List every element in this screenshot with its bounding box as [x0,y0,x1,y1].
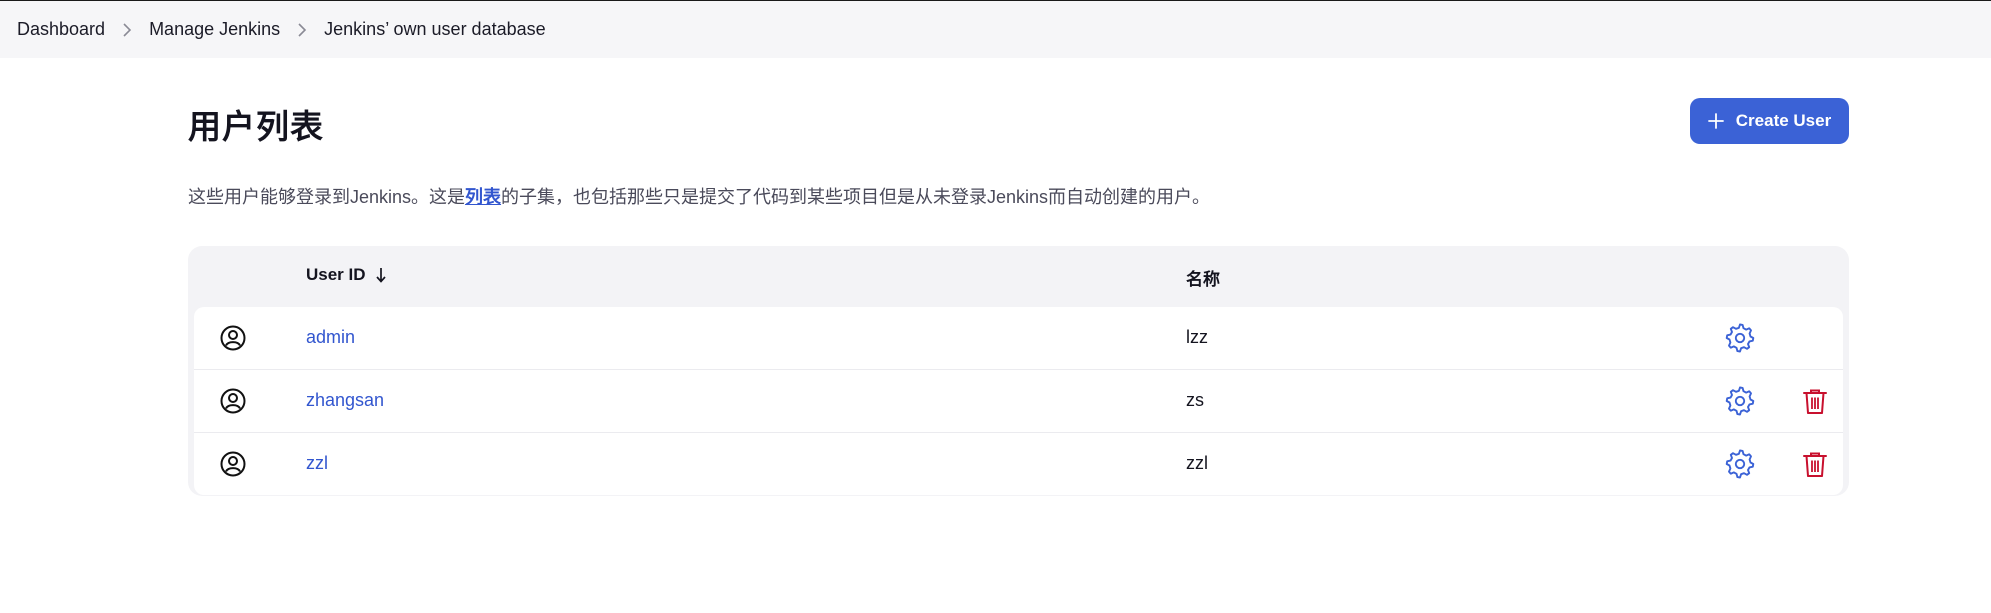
arrow-down-icon [375,267,386,283]
user-name: zs [1186,390,1204,410]
plus-icon [1707,113,1724,129]
page-title: 用户列表 [188,108,324,145]
user-name: zzl [1186,453,1208,473]
description-text-after: 的子集，也包括那些只是提交了代码到某些项目但是从未登录Jenkins而自动创建的… [501,187,1211,207]
trash-icon[interactable] [1800,386,1830,416]
users-table: User ID 名称 admin lzz zhangsan zs zzl zzl [188,246,1849,496]
table-row: zhangsan zs [194,370,1843,433]
breadcrumb-item-manage-jenkins[interactable]: Manage Jenkins [149,19,280,40]
gear-icon[interactable] [1725,449,1755,479]
user-circle-icon [220,388,246,414]
chevron-right-icon [280,22,324,37]
create-user-button[interactable]: Create User [1690,98,1849,144]
column-header-user-id[interactable]: User ID [306,265,386,285]
user-circle-icon [220,451,246,477]
breadcrumb: Dashboard Manage Jenkins Jenkins’ own us… [17,19,546,40]
description-text-before: 这些用户能够登录到Jenkins。这是 [188,187,466,207]
table-row: zzl zzl [194,433,1843,495]
chevron-right-icon [105,22,149,37]
table-row: admin lzz [194,307,1843,370]
page-header: 用户列表 Create User [188,58,1849,188]
user-id-link[interactable]: admin [306,327,355,348]
user-id-link[interactable]: zhangsan [306,390,384,411]
create-user-label: Create User [1735,111,1832,130]
table-body: admin lzz zhangsan zs zzl zzl [194,307,1843,495]
user-circle-icon [220,325,246,351]
gear-icon[interactable] [1725,386,1755,416]
breadcrumb-bar: Dashboard Manage Jenkins Jenkins’ own us… [0,1,1991,58]
table-header: User ID 名称 [188,246,1849,307]
user-id-link[interactable]: zzl [306,453,328,474]
gear-icon[interactable] [1725,323,1755,353]
column-header-name[interactable]: 名称 [1186,265,1220,290]
column-header-user-id-label: User ID [306,265,366,284]
page-description: 这些用户能够登录到Jenkins。这是列表的子集，也包括那些只是提交了代码到某些… [188,183,1210,209]
trash-icon[interactable] [1800,449,1830,479]
breadcrumb-item-dashboard[interactable]: Dashboard [17,19,105,40]
user-name: lzz [1186,327,1208,347]
main-content: 用户列表 Create User [188,58,1849,188]
people-list-link[interactable]: 列表 [465,187,501,207]
breadcrumb-item-user-database[interactable]: Jenkins’ own user database [324,19,545,40]
